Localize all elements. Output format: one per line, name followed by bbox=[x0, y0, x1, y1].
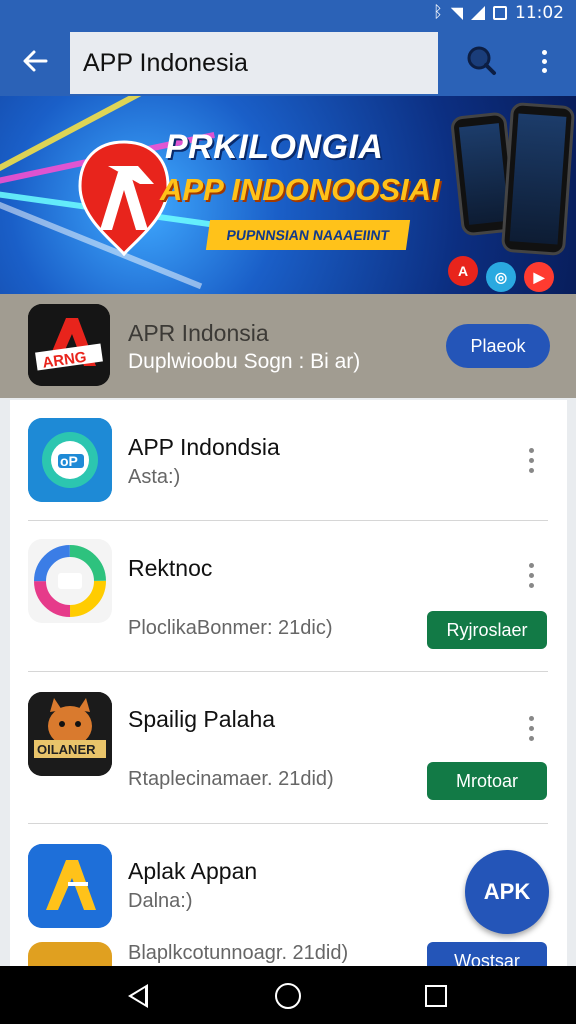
app-icon bbox=[28, 942, 112, 966]
status-bar: ᛒ ◥ 11:02 bbox=[0, 0, 576, 26]
list-item[interactable]: Rektnoc PloclikaBonmer: 21dic) Ryjroslae… bbox=[10, 521, 567, 671]
more-vertical-icon[interactable] bbox=[526, 563, 536, 588]
more-vertical-icon[interactable] bbox=[526, 716, 536, 741]
app-subtitle: Blaplkcotunnoagr. 21did) bbox=[128, 942, 349, 964]
signal-icon bbox=[471, 6, 485, 20]
install-button[interactable]: Wostsar bbox=[427, 942, 547, 966]
featured-app-subtitle: Duplwioobu Sogn : Bi ar) bbox=[128, 350, 361, 373]
chat-mini-icon: ◎ bbox=[486, 262, 516, 292]
wifi-icon: ◥ bbox=[450, 5, 463, 22]
battery-icon bbox=[493, 6, 507, 20]
install-button[interactable]: Mrotoar bbox=[427, 762, 547, 800]
status-icons: ᛒ ◥ 11:02 bbox=[433, 3, 564, 23]
list-item[interactable]: OILANER Spailig Palaha Rtaplecinamaer. 2… bbox=[10, 672, 567, 822]
apk-fab-button[interactable]: APK bbox=[465, 850, 549, 934]
app-icon: oP bbox=[28, 418, 112, 502]
banner-logo-icon bbox=[78, 140, 170, 256]
svg-text:OILANER: OILANER bbox=[37, 742, 96, 757]
promo-banner[interactable]: PRKILONGIA APP INDONOOSIAI PUPNNSIAN NAA… bbox=[0, 96, 576, 294]
app-mini-icon: A bbox=[448, 256, 478, 286]
app-name: Aplak Appan bbox=[128, 858, 258, 884]
status-time: 11:02 bbox=[515, 3, 564, 23]
nav-home-icon[interactable] bbox=[275, 983, 301, 1009]
app-name: APP Indondsia bbox=[128, 434, 280, 460]
featured-app[interactable]: ARNG APR Indonsia Duplwioobu Sogn : Bi a… bbox=[0, 294, 576, 398]
app-name: Spailig Palaha bbox=[128, 706, 276, 732]
phone-illustration bbox=[500, 101, 576, 257]
nav-back-icon[interactable] bbox=[128, 984, 148, 1008]
nav-recents-icon[interactable] bbox=[425, 985, 447, 1007]
app-subtitle: Rtaplecinamaer. 21did) bbox=[128, 768, 334, 790]
app-subtitle: Asta:) bbox=[128, 466, 181, 488]
banner-title: PRKILONGIA bbox=[165, 128, 384, 166]
list-item[interactable]: oP APP Indondsia Asta:) bbox=[10, 400, 567, 520]
featured-app-name: APR Indonsia bbox=[128, 320, 269, 346]
more-vertical-icon[interactable] bbox=[526, 448, 536, 473]
arrow-left-icon[interactable] bbox=[14, 40, 56, 82]
app-icon bbox=[28, 539, 112, 623]
search-icon[interactable] bbox=[460, 40, 502, 82]
app-bar: APP Indonesia bbox=[0, 26, 576, 96]
app-icon: OILANER bbox=[28, 692, 112, 776]
featured-action-button[interactable]: Plaeok bbox=[446, 324, 550, 368]
search-input[interactable]: APP Indonesia bbox=[70, 32, 438, 94]
bluetooth-icon: ᛒ bbox=[433, 4, 443, 21]
app-icon bbox=[28, 844, 112, 928]
app-subtitle: PloclikaBonmer: 21dic) bbox=[128, 617, 333, 639]
install-button[interactable]: Ryjroslaer bbox=[427, 611, 547, 649]
featured-app-icon: ARNG bbox=[28, 304, 110, 386]
svg-text:oP: oP bbox=[60, 453, 78, 469]
more-vertical-icon[interactable] bbox=[528, 40, 560, 82]
banner-subtitle: APP INDONOOSIAI bbox=[160, 172, 440, 207]
app-name: Rektnoc bbox=[128, 555, 213, 581]
play-mini-icon: ▶ bbox=[524, 262, 554, 292]
navigation-bar bbox=[0, 966, 576, 1024]
banner-tagline: PUPNNSIAN NAAAEIINT bbox=[205, 220, 411, 250]
app-subtitle: Dalna:) bbox=[128, 890, 193, 912]
